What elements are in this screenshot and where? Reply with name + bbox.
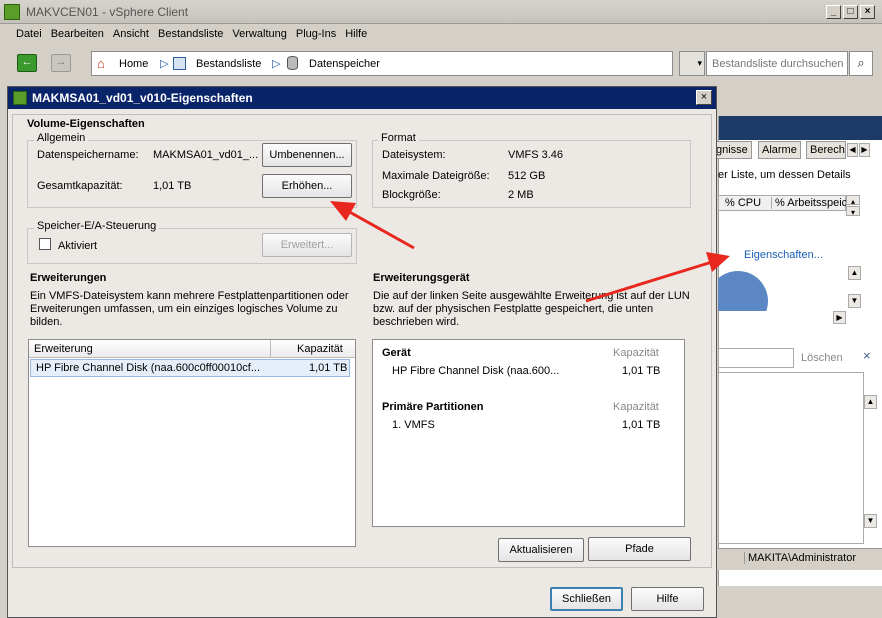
arrow-to-properties-link: [585, 252, 730, 303]
annotation-arrows: [330, 201, 730, 303]
arrow-to-increase-button: [330, 201, 415, 250]
